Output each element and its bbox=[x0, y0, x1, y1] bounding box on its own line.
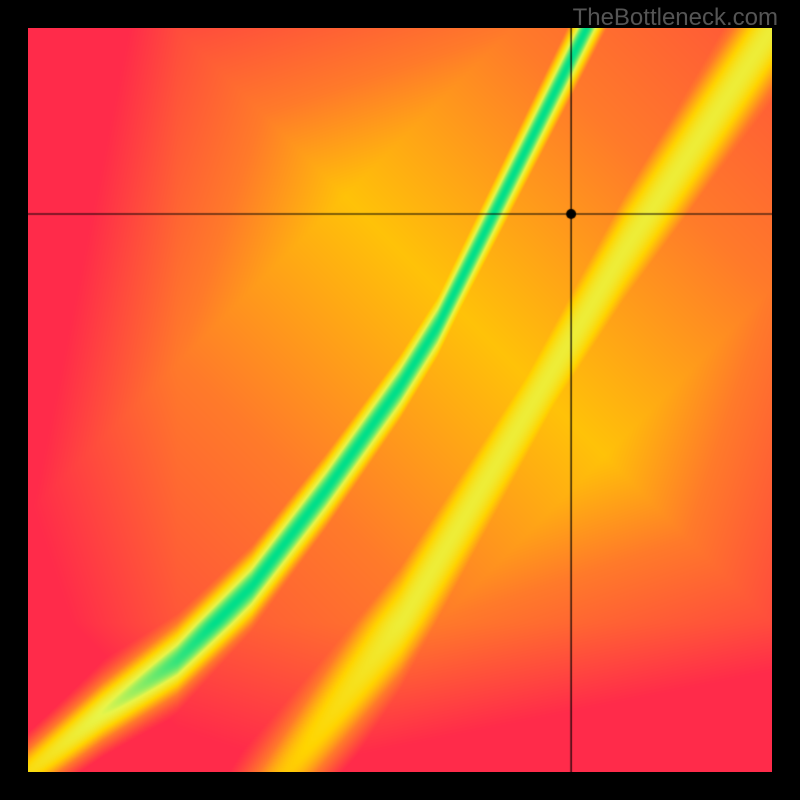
bottleneck-heatmap bbox=[28, 28, 772, 772]
heatmap-canvas bbox=[28, 28, 772, 772]
watermark-text: TheBottleneck.com bbox=[573, 4, 778, 32]
